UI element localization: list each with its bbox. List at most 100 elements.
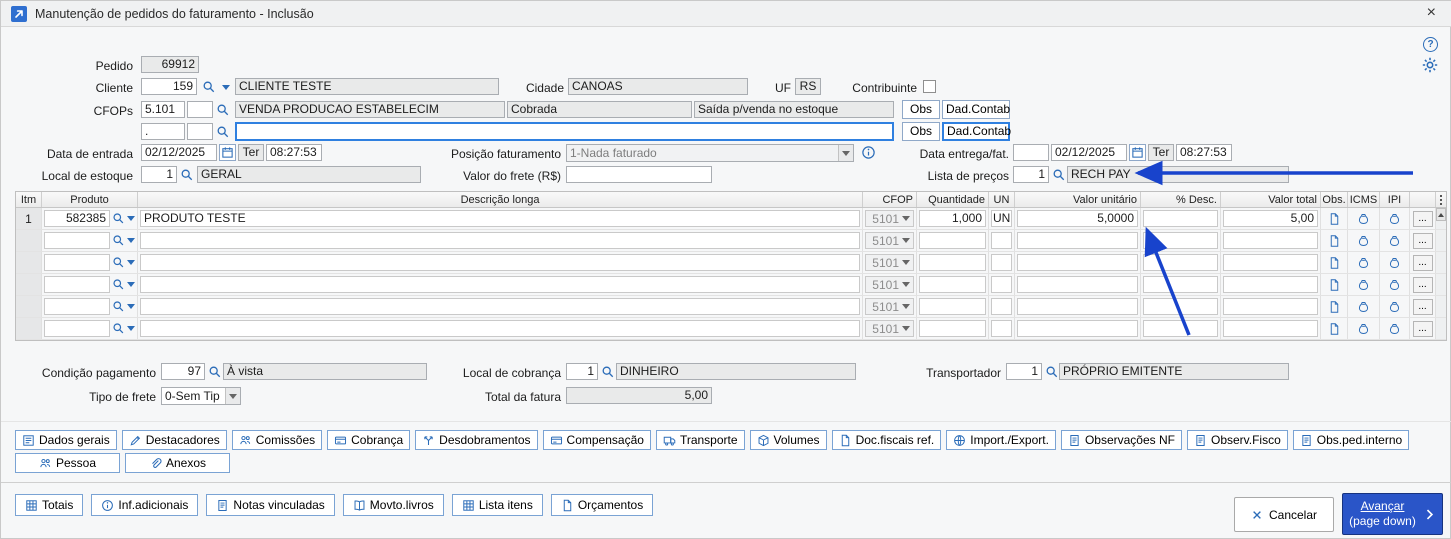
un-input[interactable] — [991, 298, 1012, 315]
ipi-money-bag-icon[interactable] — [1388, 322, 1401, 336]
grid-menu-icon[interactable] — [1436, 192, 1446, 207]
cfop1-dadcontab-button[interactable]: Dad.Contab — [942, 100, 1010, 119]
icms-money-bag-icon[interactable] — [1357, 300, 1370, 314]
descricao-input[interactable] — [140, 298, 860, 315]
cfop1-code-input[interactable]: 5.101 — [141, 101, 185, 118]
valor-unitario-input[interactable] — [1017, 298, 1138, 315]
descricao-input[interactable] — [140, 232, 860, 249]
valor-unitario-input[interactable] — [1017, 276, 1138, 293]
data-entrega-calendar-icon[interactable] — [1129, 144, 1146, 161]
tipo-frete-caret-down-icon[interactable] — [225, 388, 240, 404]
grid-scrollbar-cell[interactable] — [1436, 274, 1446, 295]
grid-scrollbar-cell[interactable] — [1436, 230, 1446, 251]
icms-money-bag-icon[interactable] — [1357, 212, 1370, 226]
obs-document-icon[interactable] — [1328, 256, 1341, 270]
doc-fiscais-ref-button[interactable]: Doc.fiscais ref. — [832, 430, 942, 450]
produto-dropdown-icon[interactable] — [127, 304, 135, 309]
grid-scrollbar-cell[interactable] — [1436, 208, 1446, 229]
contribuinte-checkbox[interactable] — [923, 80, 936, 93]
icms-money-bag-icon[interactable] — [1357, 322, 1370, 336]
obs-document-icon[interactable] — [1328, 300, 1341, 314]
desdobramentos-button[interactable]: Desdobramentos — [415, 430, 537, 450]
anexos-button[interactable]: Anexos — [125, 453, 230, 473]
cobranca-button[interactable]: Cobrança — [327, 430, 410, 450]
condicao-pagamento-search-icon[interactable] — [208, 365, 222, 379]
cliente-dropdown-icon[interactable] — [222, 85, 230, 90]
gear-icon[interactable] — [1421, 56, 1439, 74]
pessoa-button[interactable]: Pessoa — [15, 453, 120, 473]
movto-livros-button[interactable]: Movto.livros — [343, 494, 444, 516]
cfop-select[interactable]: 5101 — [865, 210, 914, 227]
produto-input[interactable] — [44, 276, 110, 293]
local-cobranca-search-icon[interactable] — [601, 365, 615, 379]
icms-money-bag-icon[interactable] — [1357, 278, 1370, 292]
data-entrega-extra-input[interactable] — [1013, 144, 1049, 161]
cfop-select[interactable]: 5101 — [865, 320, 914, 337]
data-entrada-date-input[interactable]: 02/12/2025 — [141, 144, 217, 161]
perc-desc-input[interactable] — [1143, 210, 1218, 227]
ipi-money-bag-icon[interactable] — [1388, 212, 1401, 226]
help-icon[interactable]: ? — [1423, 37, 1438, 52]
un-input[interactable] — [991, 276, 1012, 293]
produto-input[interactable] — [44, 320, 110, 337]
tipo-frete-select[interactable]: 0-Sem Tip — [161, 387, 241, 405]
observ-fisco-button[interactable]: Observ.Fisco — [1187, 430, 1288, 450]
produto-input[interactable] — [44, 298, 110, 315]
cfop1-obs-button[interactable]: Obs — [902, 100, 940, 119]
perc-desc-input[interactable] — [1143, 276, 1218, 293]
import-export-button[interactable]: Import./Export. — [946, 430, 1056, 450]
cfop1-code2-input[interactable] — [187, 101, 213, 118]
valor-unitario-input[interactable]: 5,0000 — [1017, 210, 1138, 227]
row-more-button[interactable]: ... — [1413, 321, 1433, 337]
cliente-search-icon[interactable] — [202, 80, 216, 94]
perc-desc-input[interactable] — [1143, 232, 1218, 249]
icms-money-bag-icon[interactable] — [1357, 256, 1370, 270]
produto-dropdown-icon[interactable] — [127, 282, 135, 287]
ipi-money-bag-icon[interactable] — [1388, 234, 1401, 248]
obs-document-icon[interactable] — [1328, 234, 1341, 248]
data-entrada-calendar-icon[interactable] — [219, 144, 236, 161]
un-input[interactable]: UN — [991, 210, 1012, 227]
scroll-up-icon[interactable] — [1436, 208, 1446, 221]
data-entrega-date-input[interactable]: 02/12/2025 — [1051, 144, 1127, 161]
grid-scrollbar-cell[interactable] — [1436, 318, 1446, 339]
produto-dropdown-icon[interactable] — [127, 260, 135, 265]
row-more-button[interactable]: ... — [1413, 211, 1433, 227]
row-more-button[interactable]: ... — [1413, 277, 1433, 293]
cfop2-dadcontab-button[interactable]: Dad.Contab — [942, 122, 1010, 141]
compensacao-button[interactable]: Compensação — [543, 430, 651, 450]
perc-desc-input[interactable] — [1143, 320, 1218, 337]
observacoes-nf-button[interactable]: Observações NF — [1061, 430, 1182, 450]
orcamentos-button[interactable]: Orçamentos — [551, 494, 653, 516]
produto-input[interactable]: 582385 — [44, 210, 110, 227]
cfop2-code-input[interactable]: . — [141, 123, 185, 140]
produto-dropdown-icon[interactable] — [127, 238, 135, 243]
descricao-input[interactable] — [140, 254, 860, 271]
produto-search-icon[interactable] — [112, 234, 125, 247]
produto-dropdown-icon[interactable] — [127, 216, 135, 221]
descricao-input[interactable] — [140, 276, 860, 293]
perc-desc-input[interactable] — [1143, 298, 1218, 315]
quantidade-input[interactable] — [919, 320, 986, 337]
ipi-money-bag-icon[interactable] — [1388, 300, 1401, 314]
quantidade-input[interactable] — [919, 276, 986, 293]
cfop-select[interactable]: 5101 — [865, 254, 914, 271]
produto-search-icon[interactable] — [112, 212, 125, 225]
quantidade-input[interactable] — [919, 254, 986, 271]
valor-unitario-input[interactable] — [1017, 320, 1138, 337]
produto-search-icon[interactable] — [112, 256, 125, 269]
data-entrada-time-input[interactable]: 08:27:53 — [266, 144, 322, 161]
cfop2-code2-input[interactable] — [187, 123, 213, 140]
produto-input[interactable] — [44, 232, 110, 249]
row-more-button[interactable]: ... — [1413, 299, 1433, 315]
cfop-select[interactable]: 5101 — [865, 232, 914, 249]
cfop-select[interactable]: 5101 — [865, 276, 914, 293]
descricao-input[interactable] — [140, 320, 860, 337]
posicao-info-icon[interactable] — [861, 145, 876, 160]
un-input[interactable] — [991, 320, 1012, 337]
close-icon[interactable]: × — [1427, 4, 1436, 22]
grid-scrollbar-cell[interactable] — [1436, 252, 1446, 273]
obs-ped-interno-button[interactable]: Obs.ped.interno — [1293, 430, 1409, 450]
row-more-button[interactable]: ... — [1413, 233, 1433, 249]
perc-desc-input[interactable] — [1143, 254, 1218, 271]
